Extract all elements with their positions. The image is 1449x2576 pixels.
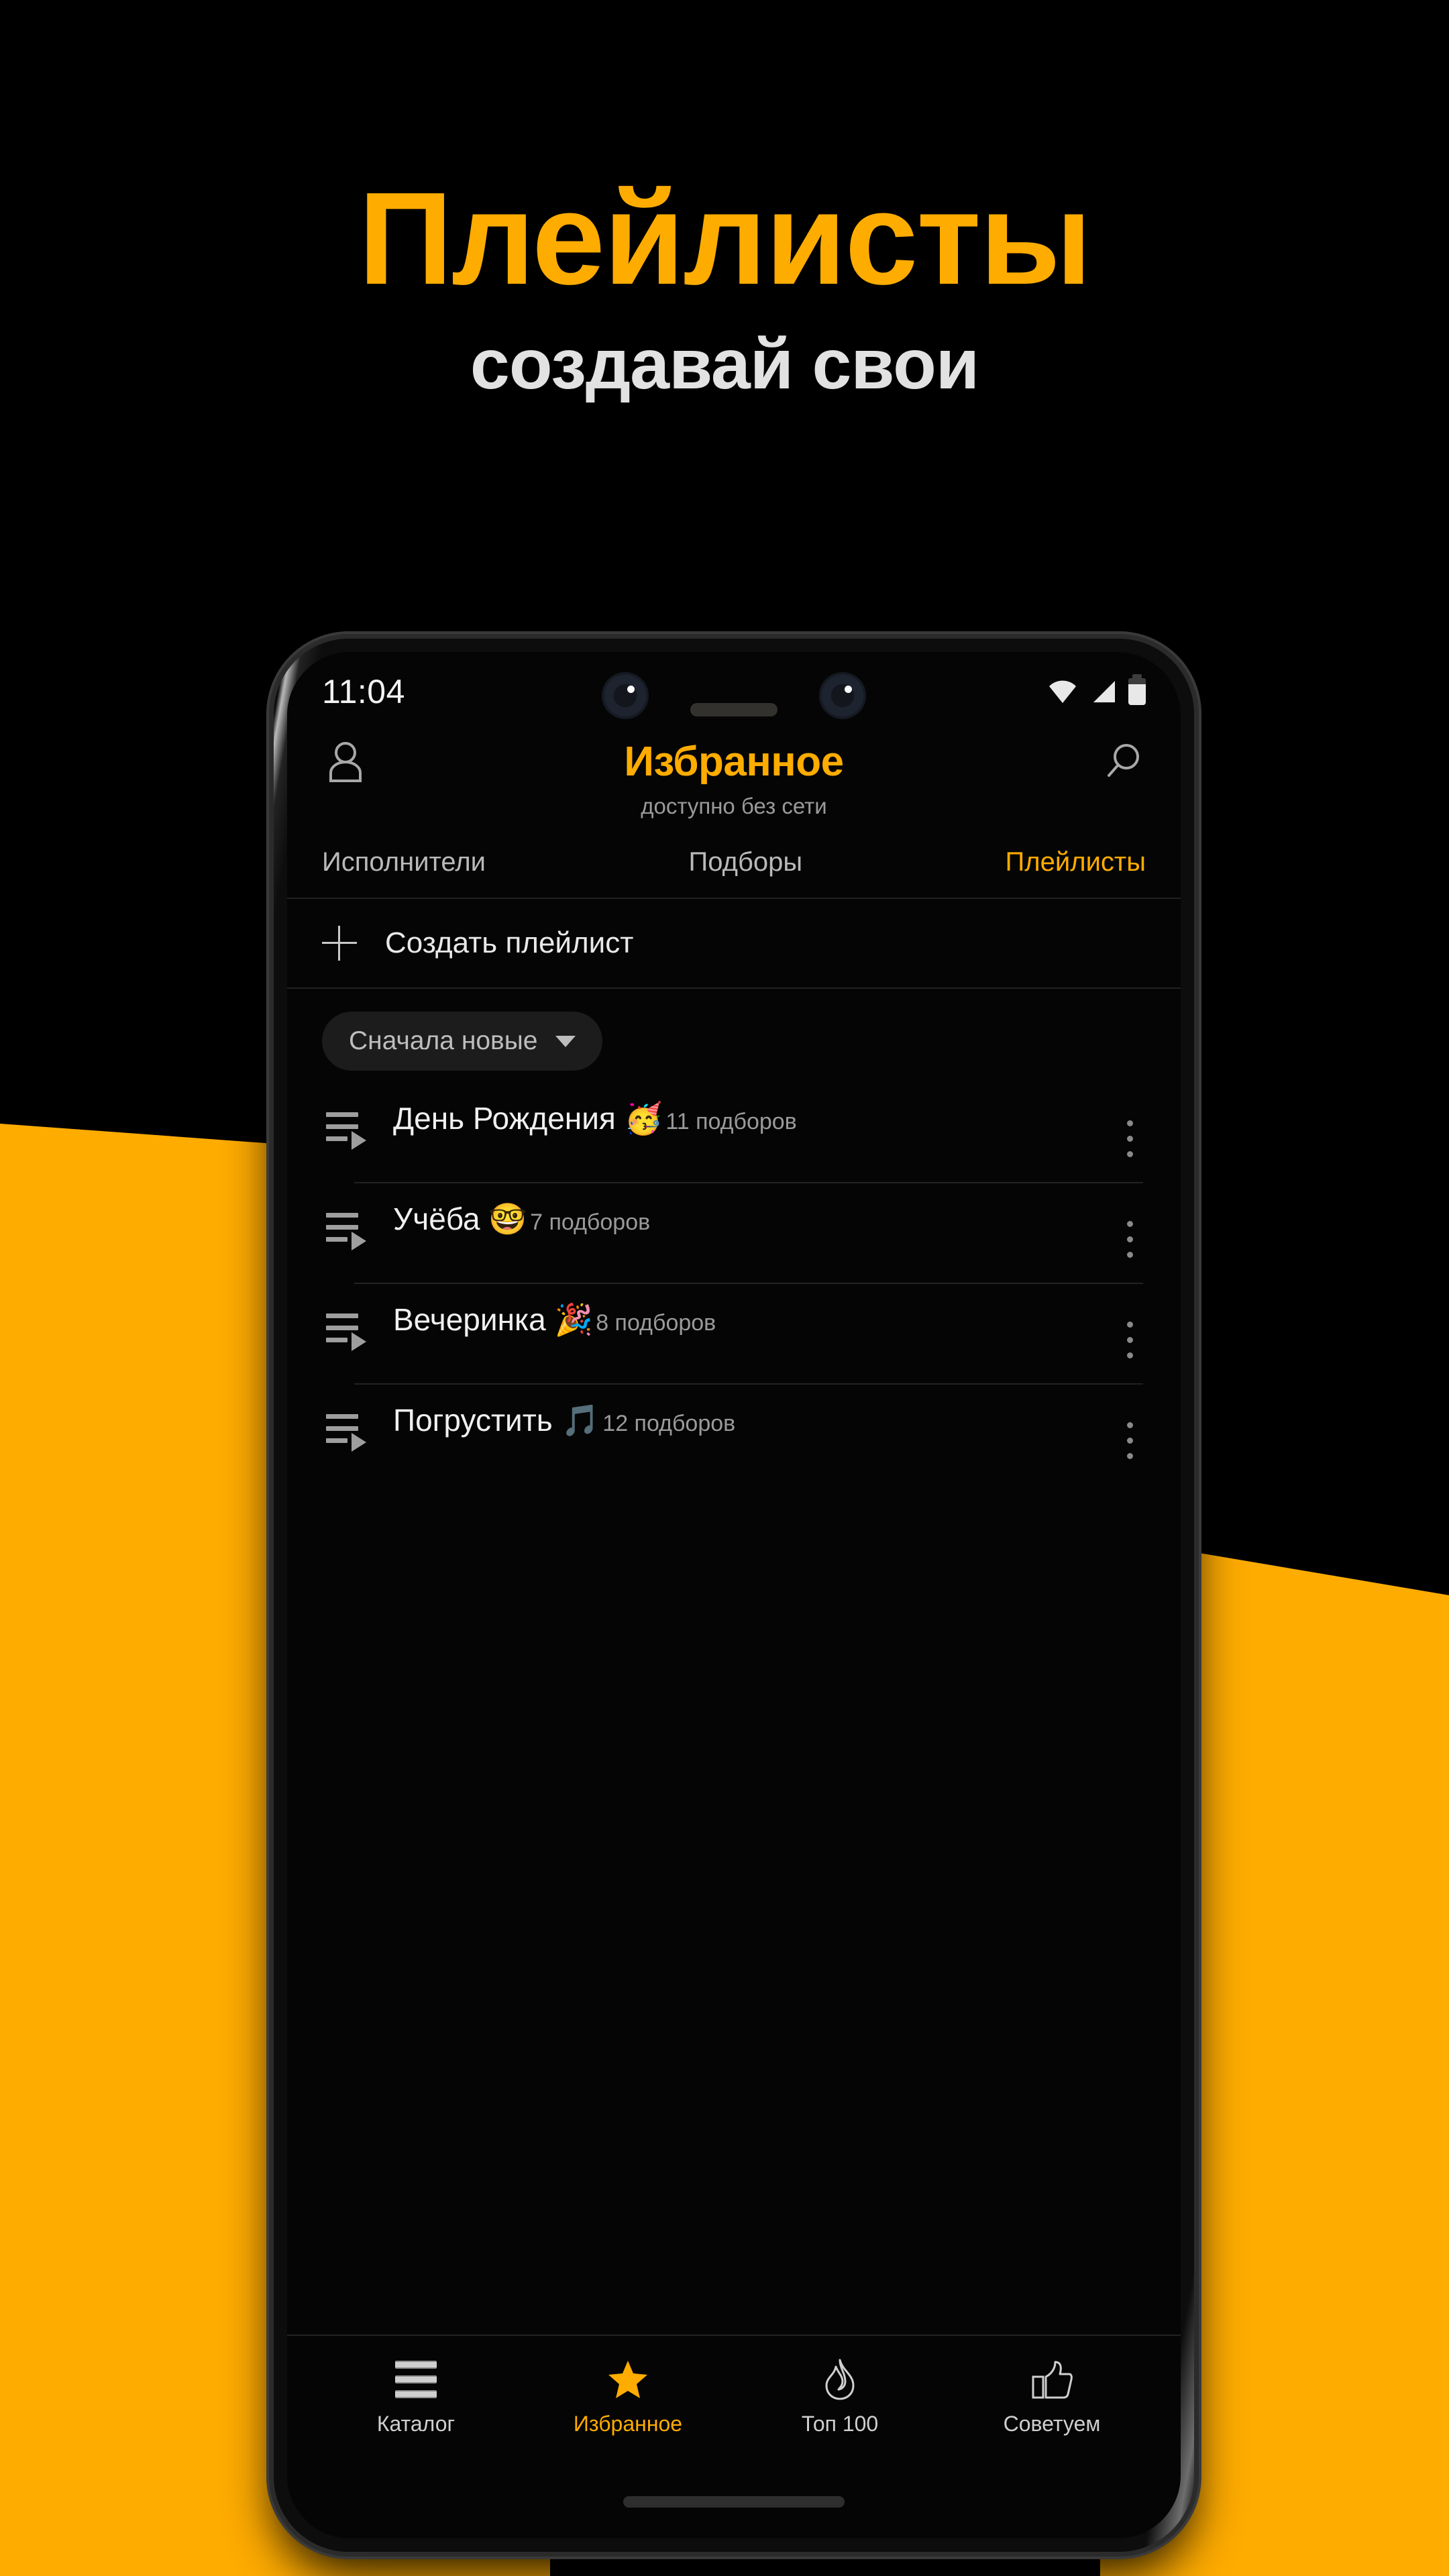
playlist-title: День Рождения 🥳 <box>393 1101 663 1136</box>
list-item[interactable]: Учёба 🤓 7 подборов <box>287 1183 1181 1284</box>
tab-bar: Исполнители Подборы Плейлисты <box>287 831 1181 899</box>
playlist-text-block: Погрустить 🎵 12 подборов <box>393 1402 1110 1438</box>
playlist-text-block: День Рождения 🥳 11 подборов <box>393 1100 1110 1136</box>
nav-item-favorites[interactable]: Избранное <box>522 2359 734 2436</box>
flame-icon <box>822 2359 857 2400</box>
bottom-navigation-bar: Каталог Избранное Топ 100 Советуем <box>287 2334 1181 2459</box>
status-icon-group <box>1048 674 1146 705</box>
thumbs-up-icon <box>1031 2359 1073 2400</box>
camera-cutout-cluster <box>590 663 878 730</box>
page-title: Плейлисты <box>358 165 1092 312</box>
cellular-signal-icon <box>1093 681 1115 702</box>
playlist-count: 11 подборов <box>665 1109 797 1134</box>
sort-control-wrapper: Сначала новые <box>287 989 1181 1083</box>
app-header: Избранное доступно без сети <box>287 731 1181 831</box>
playlist-text-block: Вечеринка 🎉 8 подборов <box>393 1301 1110 1338</box>
sort-dropdown[interactable]: Сначала новые <box>322 1012 602 1071</box>
search-button[interactable] <box>1096 735 1148 788</box>
list-item[interactable]: Вечеринка 🎉 8 подборов <box>287 1284 1181 1385</box>
nav-label-top100: Топ 100 <box>801 2411 879 2436</box>
home-indicator[interactable] <box>623 2496 845 2508</box>
playlist-icon <box>325 1108 368 1151</box>
playlist-list: День Рождения 🥳 11 подборов Учёба 🤓 7 по… <box>287 1083 1181 1485</box>
create-playlist-row[interactable]: Создать плейлист <box>287 899 1181 989</box>
playlist-icon <box>325 1410 368 1453</box>
playlist-icon <box>325 1309 368 1352</box>
sort-label: Сначала новые <box>349 1026 538 1055</box>
search-icon <box>1108 744 1139 777</box>
header-title-block: Избранное доступно без сети <box>372 735 1096 819</box>
tab-artists[interactable]: Исполнители <box>322 847 486 877</box>
profile-button[interactable] <box>319 735 372 788</box>
chevron-down-icon <box>555 1035 576 1047</box>
hero-section: Плейлисты создавай свои <box>0 0 1449 400</box>
tab-selections[interactable]: Подборы <box>688 847 802 877</box>
more-vertical-icon[interactable] <box>1110 1210 1150 1268</box>
nav-label-favorites: Избранное <box>573 2411 683 2436</box>
earpiece-speaker <box>690 703 777 716</box>
person-icon <box>329 742 362 782</box>
star-icon <box>607 2359 649 2400</box>
app-subtitle: доступно без сети <box>641 794 827 818</box>
more-vertical-icon[interactable] <box>1110 1110 1150 1167</box>
playlist-title: Погрустить 🎵 <box>393 1403 600 1438</box>
playlist-text-block: Учёба 🤓 7 подборов <box>393 1201 1110 1237</box>
tab-playlists[interactable]: Плейлисты <box>1006 847 1146 877</box>
status-time: 11:04 <box>322 673 405 710</box>
nav-label-catalog: Каталог <box>376 2411 455 2436</box>
nav-item-recommended[interactable]: Советуем <box>946 2359 1158 2436</box>
playlist-title: Вечеринка 🎉 <box>393 1302 593 1337</box>
app-title: Избранное <box>624 739 844 785</box>
playlist-count: 7 подборов <box>530 1210 651 1235</box>
playlist-icon <box>325 1209 368 1252</box>
playlist-count: 8 подборов <box>596 1310 716 1336</box>
phone-mockup: 11:04 Избранное доступно без сети Исполн… <box>274 639 1194 2552</box>
nav-label-recommended: Советуем <box>1003 2411 1101 2436</box>
list-icon <box>395 2359 437 2400</box>
nav-item-top100[interactable]: Топ 100 <box>734 2359 946 2436</box>
more-vertical-icon[interactable] <box>1110 1311 1150 1368</box>
page-subtitle: создавай свои <box>470 325 979 404</box>
playlist-count: 12 подборов <box>602 1411 736 1436</box>
nav-item-catalog[interactable]: Каталог <box>310 2359 522 2436</box>
phone-screen: 11:04 Избранное доступно без сети Исполн… <box>287 652 1181 2538</box>
plus-icon <box>322 926 357 961</box>
wifi-icon <box>1049 680 1076 703</box>
playlist-title: Учёба 🤓 <box>393 1201 527 1236</box>
more-vertical-icon[interactable] <box>1110 1411 1150 1469</box>
list-item[interactable]: Погрустить 🎵 12 подборов <box>287 1385 1181 1485</box>
front-camera-right-icon <box>819 672 866 719</box>
front-camera-left-icon <box>602 672 649 719</box>
list-item[interactable]: День Рождения 🥳 11 подборов <box>287 1083 1181 1183</box>
create-playlist-label: Создать плейлист <box>385 926 634 959</box>
battery-icon <box>1128 674 1146 705</box>
